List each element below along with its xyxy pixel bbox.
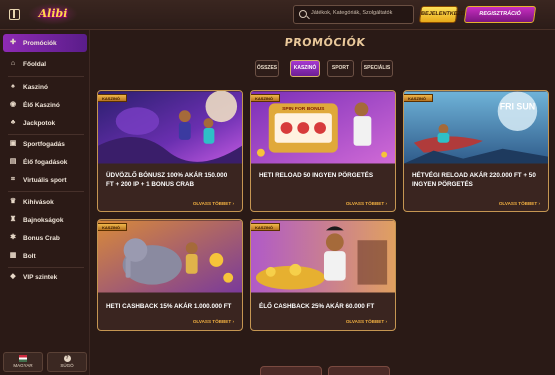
sidebar-item-jackpots[interactable]: ♣ Jackpotok — [3, 114, 87, 132]
sidebar-item-challenges[interactable]: ♛ Kihívások — [3, 193, 87, 211]
language-button[interactable]: MAGYAR — [3, 352, 43, 372]
sidebar-item-label: Bonus Crab — [23, 234, 60, 242]
sidebar-item-label: Bolt — [23, 252, 36, 260]
home-icon: ⌂ — [10, 60, 16, 67]
category-badge: KASZINÓ — [98, 223, 127, 231]
sidebar-item-tournaments[interactable]: ♜ Bajnokságok — [3, 211, 87, 229]
sidebar-item-virtual-sports[interactable]: ⌗ Virtuális sport — [3, 171, 87, 189]
search-icon — [299, 10, 307, 18]
sidebar-item-live-casino[interactable]: ◉ Élő Kaszinó — [3, 96, 87, 114]
shop-icon: ▦ — [9, 252, 17, 259]
promo-card-weekend-reload[interactable]: FRI SUN KASZINÓ HÉTVÉGI RELOAD AKÁR 220.… — [403, 90, 549, 212]
promo-title: ÉLŐ CASHBACK 25% AKÁR 60.000 FT — [259, 303, 375, 310]
sidebar-item-label: Élő Kaszinó — [23, 101, 60, 109]
sidebar-item-label: Élő fogadások — [23, 158, 68, 166]
promo-card-live-cashback[interactable]: KASZINÓ ÉLŐ CASHBACK 25% AKÁR 60.000 FT … — [250, 219, 396, 331]
sidebar-item-casino[interactable]: ♠ Kaszinó — [3, 78, 87, 96]
live-casino-icon: ◉ — [9, 101, 17, 108]
sidebar-item-label: Virtuális sport — [23, 176, 67, 184]
promo-title: HÉTVÉGI RELOAD AKÁR 220.000 FT + 50 INGY… — [412, 172, 536, 188]
live-bet-icon: ▤ — [9, 158, 17, 165]
filter-sport[interactable]: SPORT — [327, 60, 354, 77]
sidebar-item-label: Promóciók — [23, 39, 57, 47]
sidebar-item-sports-betting[interactable]: ▣ Sportfogadás — [3, 135, 87, 153]
sidebar-item-vip-levels[interactable]: ◆ VIP szintek — [3, 268, 87, 286]
category-badge: KASZINÓ — [98, 94, 127, 102]
search-input[interactable]: Játékok, Kategóriák, Szolgáltatók — [293, 5, 414, 24]
fri-sun-text: FRI SUN — [500, 101, 535, 111]
sidebar-item-label: VIP szintek — [23, 273, 58, 281]
sidebar: ✚ Promóciók ⌂ Főoldal ♠ Kaszinó ◉ Élő Ka… — [0, 30, 90, 375]
search-placeholder: Játékok, Kategóriák, Szolgáltatók — [311, 10, 393, 16]
hungary-flag-icon — [19, 355, 27, 362]
page-title: PROMÓCIÓK — [283, 36, 367, 49]
sidebar-item-label: Sportfogadás — [23, 140, 65, 148]
sidebar-item-label: Kihívások — [23, 198, 54, 206]
slot-banner-text: SPIN FOR BONUS — [282, 106, 325, 112]
sidebar-item-live-betting[interactable]: ▤ Élő fogadások — [3, 153, 87, 171]
filter-special[interactable]: SPECIÁLIS — [361, 60, 393, 77]
filter-casino[interactable]: KASZINÓ — [290, 60, 320, 77]
sidebar-item-label: Kaszinó — [23, 83, 48, 91]
read-more-link[interactable]: OLVASS TÖBBET › — [346, 201, 387, 206]
category-badge: KASZINÓ — [251, 94, 280, 102]
sidebar-item-label: Jackpotok — [23, 119, 56, 127]
language-label: MAGYAR — [13, 363, 33, 368]
bottom-tab-left[interactable] — [260, 366, 322, 375]
promo-card-weekly-reload[interactable]: SPIN FOR BONUS KASZINÓ HETI RELOAD 50 IN… — [250, 90, 396, 212]
diamond-icon: ◆ — [10, 273, 16, 280]
category-badge: KASZINÓ — [251, 223, 280, 231]
crab-icon: ✱ — [10, 234, 16, 241]
promo-title: HETI CASHBACK 15% AKÁR 1.000.000 FT — [106, 303, 232, 310]
sports-icon: ▣ — [9, 140, 17, 147]
promo-card-weekly-cashback[interactable]: KASZINÓ HETI CASHBACK 15% AKÁR 1.000.000… — [97, 219, 243, 331]
bottom-tab-right[interactable] — [328, 366, 390, 375]
filter-all[interactable]: ÖSSZES — [255, 60, 279, 77]
site-logo[interactable]: Alibi Kings — [28, 3, 78, 42]
sidebar-item-home[interactable]: ⌂ Főoldal — [3, 55, 87, 73]
sidebar-toggle-icon[interactable] — [9, 9, 20, 20]
read-more-link[interactable]: OLVASS TÖBBET › — [193, 201, 234, 206]
read-more-link[interactable]: OLVASS TÖBBET › — [499, 201, 540, 206]
clover-icon: ♣ — [10, 119, 16, 126]
promo-title: ÜDVÖZLŐ BÓNUSZ 100% AKÁR 150.000 FT + 20… — [106, 172, 228, 188]
sidebar-divider — [8, 191, 84, 192]
promo-title: HETI RELOAD 50 INGYEN PÖRGETÉS — [259, 172, 374, 179]
virtual-sport-icon: ⌗ — [11, 176, 15, 183]
cards-icon: ♠ — [11, 83, 15, 90]
promo-card-welcome-bonus[interactable]: KASZINÓ ÜDVÖZLŐ BÓNUSZ 100% AKÁR 150.000… — [97, 90, 243, 212]
sidebar-item-bonus-crab[interactable]: ✱ Bonus Crab — [3, 229, 87, 247]
help-button[interactable]: ? SÚGÓ — [47, 352, 87, 372]
register-button[interactable]: REGISZTRÁCIÓ — [463, 6, 537, 23]
tournament-icon: ♜ — [9, 216, 17, 223]
sidebar-divider — [8, 76, 84, 77]
sidebar-item-label: Bajnokságok — [23, 216, 64, 224]
login-button[interactable]: BEJELENTKEZÉS — [418, 6, 469, 23]
top-bar: Alibi Kings Játékok, Kategóriák, Szolgál… — [0, 0, 555, 42]
category-badge: KASZINÓ — [404, 94, 433, 102]
sidebar-item-shop[interactable]: ▦ Bolt — [3, 247, 87, 265]
help-label: SÚGÓ — [60, 363, 74, 368]
read-more-link[interactable]: OLVASS TÖBBET › — [346, 319, 387, 324]
sidebar-item-promotions[interactable]: ✚ Promóciók — [3, 34, 87, 52]
help-icon: ? — [63, 355, 71, 362]
gift-icon: ✚ — [10, 39, 16, 46]
trophy-icon: ♛ — [9, 198, 17, 205]
sidebar-item-label: Főoldal — [23, 60, 47, 68]
read-more-link[interactable]: OLVASS TÖBBET › — [193, 319, 234, 324]
